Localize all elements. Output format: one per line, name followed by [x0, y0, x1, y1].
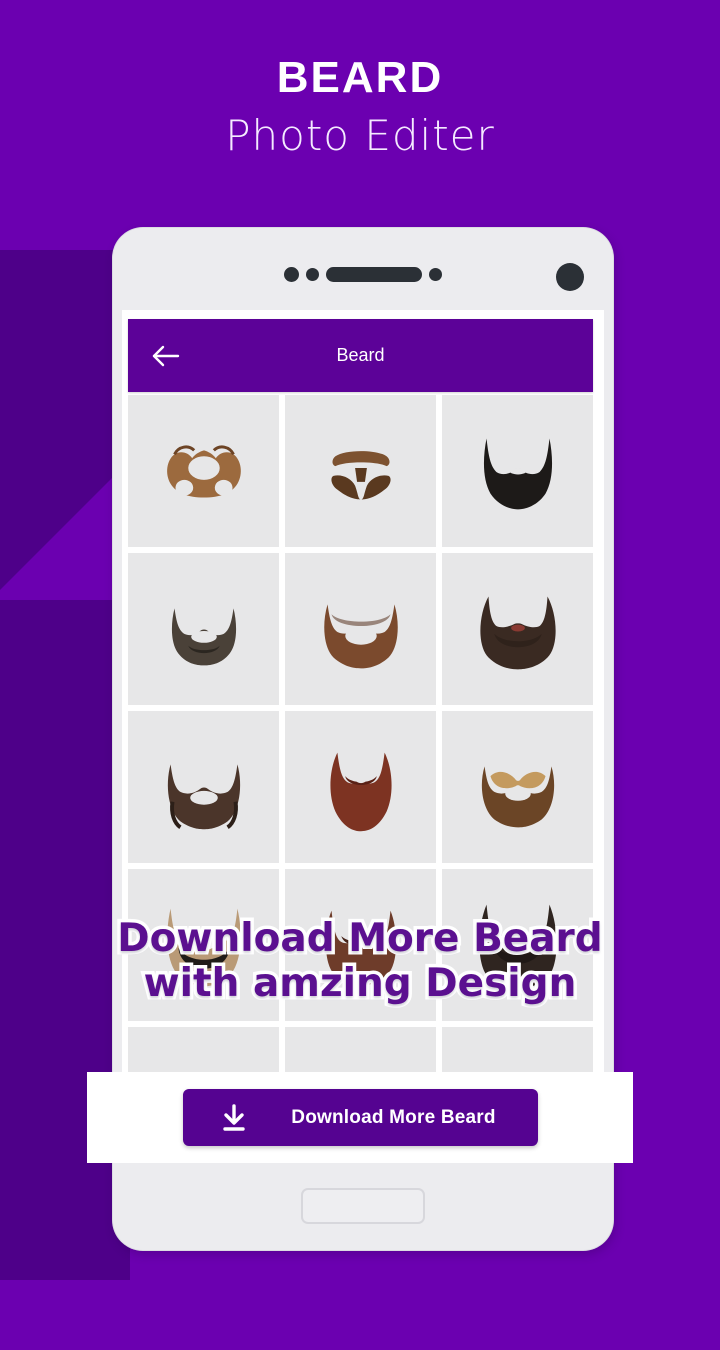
beard-style-5-art [323, 604, 398, 669]
beard-style-7-art [167, 764, 240, 830]
beard-style-10-art [166, 908, 241, 987]
beard-style-1-art [166, 445, 241, 498]
speaker-grille-icon [113, 267, 613, 282]
speaker-dot-2 [306, 268, 319, 281]
promo-headline: BEARD Photo Editer [0, 52, 720, 168]
beard-style-11-art [325, 910, 396, 986]
beard-grid-item-2[interactable] [285, 395, 436, 547]
beard-grid [128, 395, 593, 1138]
beard-grid-item-12[interactable] [442, 869, 593, 1021]
promo-title-main: BEARD [276, 53, 444, 102]
phone-screen: Beard [122, 310, 604, 1138]
beard-style-2-art [330, 451, 391, 500]
beard-grid-item-6[interactable] [442, 553, 593, 705]
download-more-beard-button[interactable]: Download More Beard [183, 1089, 538, 1146]
beard-grid-item-7[interactable] [128, 711, 279, 863]
beard-grid-item-11[interactable] [285, 869, 436, 1021]
home-button[interactable] [301, 1188, 425, 1224]
phone-left-shadow [0, 600, 130, 1280]
beard-grid-item-8[interactable] [285, 711, 436, 863]
beard-grid-item-4[interactable] [128, 553, 279, 705]
beard-style-4-art [171, 608, 236, 666]
promo-title-sub: Photo Editer [225, 111, 495, 160]
speaker-dot-1 [284, 267, 299, 282]
speaker-dot-3 [429, 268, 442, 281]
download-icon [223, 1103, 245, 1131]
cta-band: Download More Beard [87, 1072, 633, 1163]
beard-style-12-art [478, 904, 557, 989]
beard-style-3-art [483, 438, 552, 510]
beard-grid-item-5[interactable] [285, 553, 436, 705]
beard-grid-item-1[interactable] [128, 395, 279, 547]
front-camera-icon [556, 263, 584, 291]
beard-style-9-art [481, 766, 554, 828]
beard-grid-item-3[interactable] [442, 395, 593, 547]
beard-grid-item-10[interactable] [128, 869, 279, 1021]
beard-grid-item-9[interactable] [442, 711, 593, 863]
cta-label: Download More Beard [291, 1106, 496, 1128]
back-button[interactable] [146, 336, 186, 376]
app-bar: Beard [128, 319, 593, 392]
beard-style-6-art [479, 596, 556, 670]
beard-style-8-art [329, 752, 392, 832]
arrow-left-icon [152, 345, 180, 366]
page-title: Beard [336, 345, 385, 365]
speaker-bar [326, 267, 422, 282]
